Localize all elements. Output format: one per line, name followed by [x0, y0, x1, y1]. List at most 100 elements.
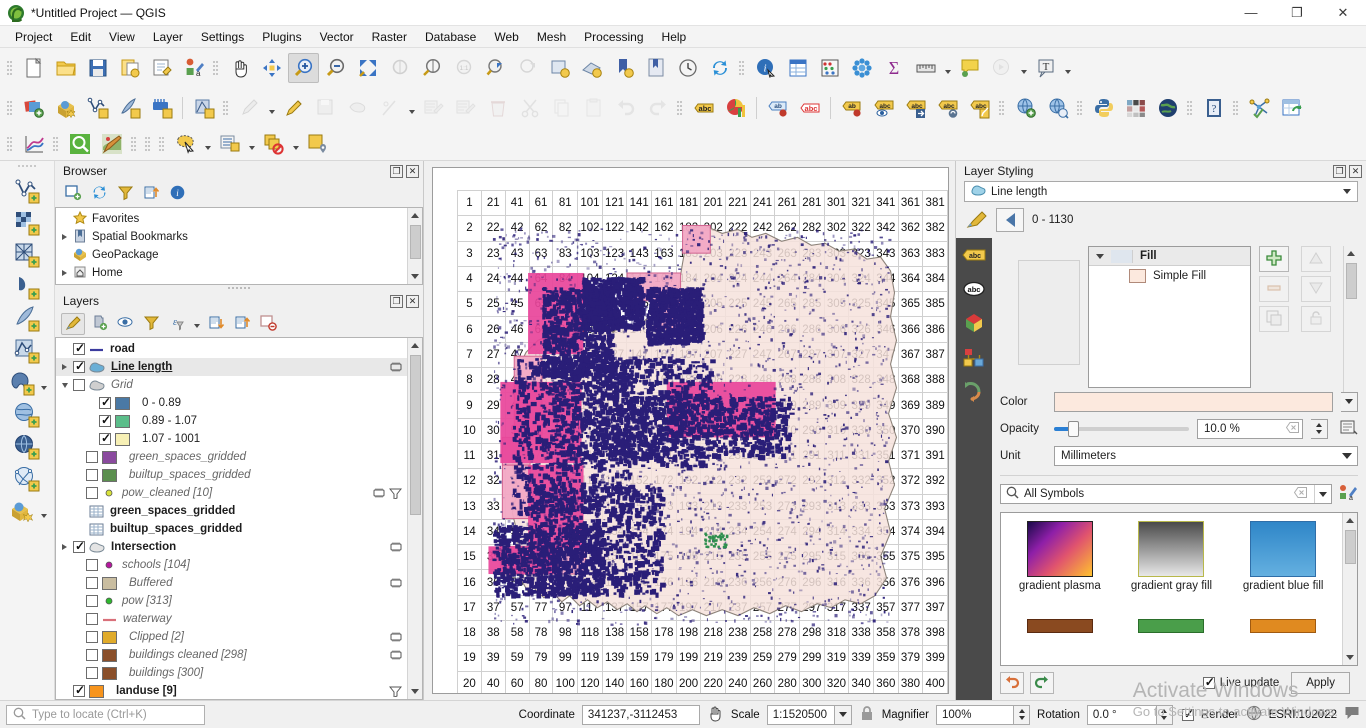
add-group-button[interactable] — [87, 313, 111, 335]
expander[interactable] — [58, 264, 71, 282]
show-bookmarks-button[interactable] — [640, 53, 671, 83]
browser-close-button[interactable]: ✕ — [406, 164, 419, 178]
new-map-view-button[interactable] — [544, 53, 575, 83]
toolbar-grip-13[interactable] — [131, 132, 138, 156]
pan-to-selection-button[interactable] — [256, 53, 287, 83]
globe-button[interactable] — [1152, 93, 1183, 123]
measure-dropdown-caret[interactable] — [942, 53, 953, 83]
layer-row[interactable]: Grid — [56, 376, 407, 394]
pan-map-button[interactable] — [224, 53, 255, 83]
move-symbol-down-button[interactable] — [1301, 276, 1331, 302]
lock-scale-icon[interactable] — [859, 705, 875, 725]
scale-dropdown-icon[interactable] — [834, 704, 852, 725]
toolbar-grip-14[interactable] — [145, 132, 152, 156]
slider-knob[interactable] — [1068, 420, 1079, 437]
maximize-button[interactable]: ❐ — [1274, 0, 1320, 26]
manage-visibility-button[interactable] — [113, 313, 137, 335]
layer-visibility-checkbox[interactable] — [86, 595, 98, 607]
zoom-to-layer-button[interactable] — [416, 53, 447, 83]
identify-features-button[interactable]: i — [750, 53, 781, 83]
add-delimited-text-layer-rail-button[interactable] — [10, 272, 44, 304]
layer-row[interactable]: Buffered — [56, 574, 407, 592]
add-delimited-text-button[interactable] — [114, 93, 145, 123]
expression-filter-button[interactable]: ε — [165, 313, 189, 335]
minimize-button[interactable]: — — [1228, 0, 1274, 26]
layer-visibility-checkbox[interactable] — [86, 487, 98, 499]
bookmark-add-button[interactable] — [608, 53, 639, 83]
layer-visibility-checkbox[interactable] — [86, 577, 98, 589]
field-calculator-button[interactable] — [814, 53, 845, 83]
layer-row[interactable]: buildings cleaned [298] — [56, 646, 407, 664]
expander[interactable] — [58, 210, 71, 228]
styling-float-button[interactable]: ❐ — [1333, 164, 1346, 178]
toolbar-grip-5[interactable] — [223, 96, 230, 120]
geopackage-caret[interactable] — [39, 497, 50, 527]
layer-visibility-checkbox[interactable] — [86, 649, 98, 661]
change-label-button[interactable]: abc — [964, 93, 995, 123]
layer-visibility-checkbox[interactable] — [86, 631, 98, 643]
layer-row[interactable]: green_spaces_gridded — [56, 502, 407, 520]
show-deselect-button[interactable] — [986, 53, 1017, 83]
browser-properties-button[interactable]: i — [165, 183, 189, 205]
move-label-right-button[interactable]: abc — [900, 93, 931, 123]
magnifier-value[interactable]: 100% — [936, 704, 1015, 725]
layer-visibility-checkbox[interactable] — [99, 413, 111, 427]
postgis-caret[interactable] — [39, 369, 50, 399]
layer-visibility-checkbox[interactable] — [86, 613, 98, 625]
toolbar-grip-6[interactable] — [677, 96, 684, 120]
tab-history[interactable] — [961, 380, 987, 404]
browser-item-favorites[interactable]: Favorites — [56, 210, 407, 228]
toolbar-grip-9[interactable] — [1187, 96, 1194, 120]
layer-row[interactable]: 1.07 - 1001 — [56, 430, 407, 448]
remove-layer-button[interactable] — [256, 313, 280, 335]
symbol-layer-tree[interactable]: Fill Simple Fill — [1088, 246, 1251, 388]
symbol-gallery-item[interactable] — [1117, 619, 1227, 657]
add-geopackage-button[interactable] — [50, 93, 81, 123]
layer-visibility-checkbox[interactable] — [86, 559, 98, 571]
layer-visibility-checkbox[interactable] — [73, 683, 85, 697]
browser-tree[interactable]: Favorites Spatial Bookmarks GeoPackage H… — [55, 207, 423, 285]
layer-visibility-checkbox[interactable] — [99, 431, 111, 445]
memory-layer-icon[interactable] — [388, 541, 403, 554]
highlight-labels-button[interactable]: abc — [794, 93, 825, 123]
toolbar-grip-3[interactable] — [739, 56, 746, 80]
layer-row[interactable]: Line length — [56, 358, 407, 376]
vertex-caret[interactable] — [406, 93, 417, 123]
add-wfs-layer-rail-button[interactable] — [10, 464, 44, 496]
add-mesh-layer-button[interactable] — [146, 93, 177, 123]
layers-float-button[interactable]: ❐ — [390, 294, 403, 308]
scroll-up-arrow[interactable] — [408, 338, 423, 353]
crs-value[interactable]: ESRI:102022 — [1269, 709, 1337, 721]
browser-scrollbar[interactable] — [407, 208, 422, 284]
add-postgis-layer-rail-button[interactable] — [5, 368, 39, 400]
add-symbol-layer-button[interactable] — [1259, 246, 1289, 272]
style-manager-icon[interactable]: a — [1338, 484, 1358, 505]
show-hide-labels-button[interactable]: abc — [868, 93, 899, 123]
network-analysis-button[interactable] — [1244, 93, 1275, 123]
menu-project[interactable]: Project — [6, 28, 61, 46]
open-form-caret[interactable] — [246, 129, 257, 159]
styling-close-button[interactable]: ✕ — [1349, 164, 1362, 178]
add-polygon-feature-button[interactable] — [342, 93, 373, 123]
scroll-thumb[interactable] — [409, 355, 421, 515]
statistical-summary-button[interactable] — [846, 53, 877, 83]
duplicate-symbol-layer-button[interactable] — [1259, 306, 1289, 332]
copy-features-button[interactable] — [546, 93, 577, 123]
layer-row[interactable]: road — [56, 340, 407, 358]
close-button[interactable]: ✕ — [1320, 0, 1366, 26]
redo-style-button[interactable] — [1030, 672, 1054, 694]
save-edits-button[interactable] — [310, 93, 341, 123]
help-button[interactable]: ? — [1198, 93, 1229, 123]
metasearch-button[interactable] — [1042, 93, 1073, 123]
select-value-button[interactable] — [302, 129, 333, 159]
add-selected-layers-button[interactable] — [61, 183, 85, 205]
select-by-expression-button[interactable] — [64, 129, 95, 159]
modify-attributes-button[interactable] — [418, 93, 449, 123]
rotate-label-button[interactable]: abc — [932, 93, 963, 123]
filter-legend-button[interactable] — [139, 313, 163, 335]
add-raster-layer-rail-button[interactable] — [10, 208, 44, 240]
memory-layer-icon[interactable] — [388, 649, 403, 662]
map-canvas[interactable]: 1 21 41 61 81 101 121 141 161 181 201 221 241 261 281 3… — [432, 167, 949, 694]
pin-labels-button[interactable]: ab — [762, 93, 793, 123]
text-annotation-button[interactable]: T — [1030, 53, 1061, 83]
